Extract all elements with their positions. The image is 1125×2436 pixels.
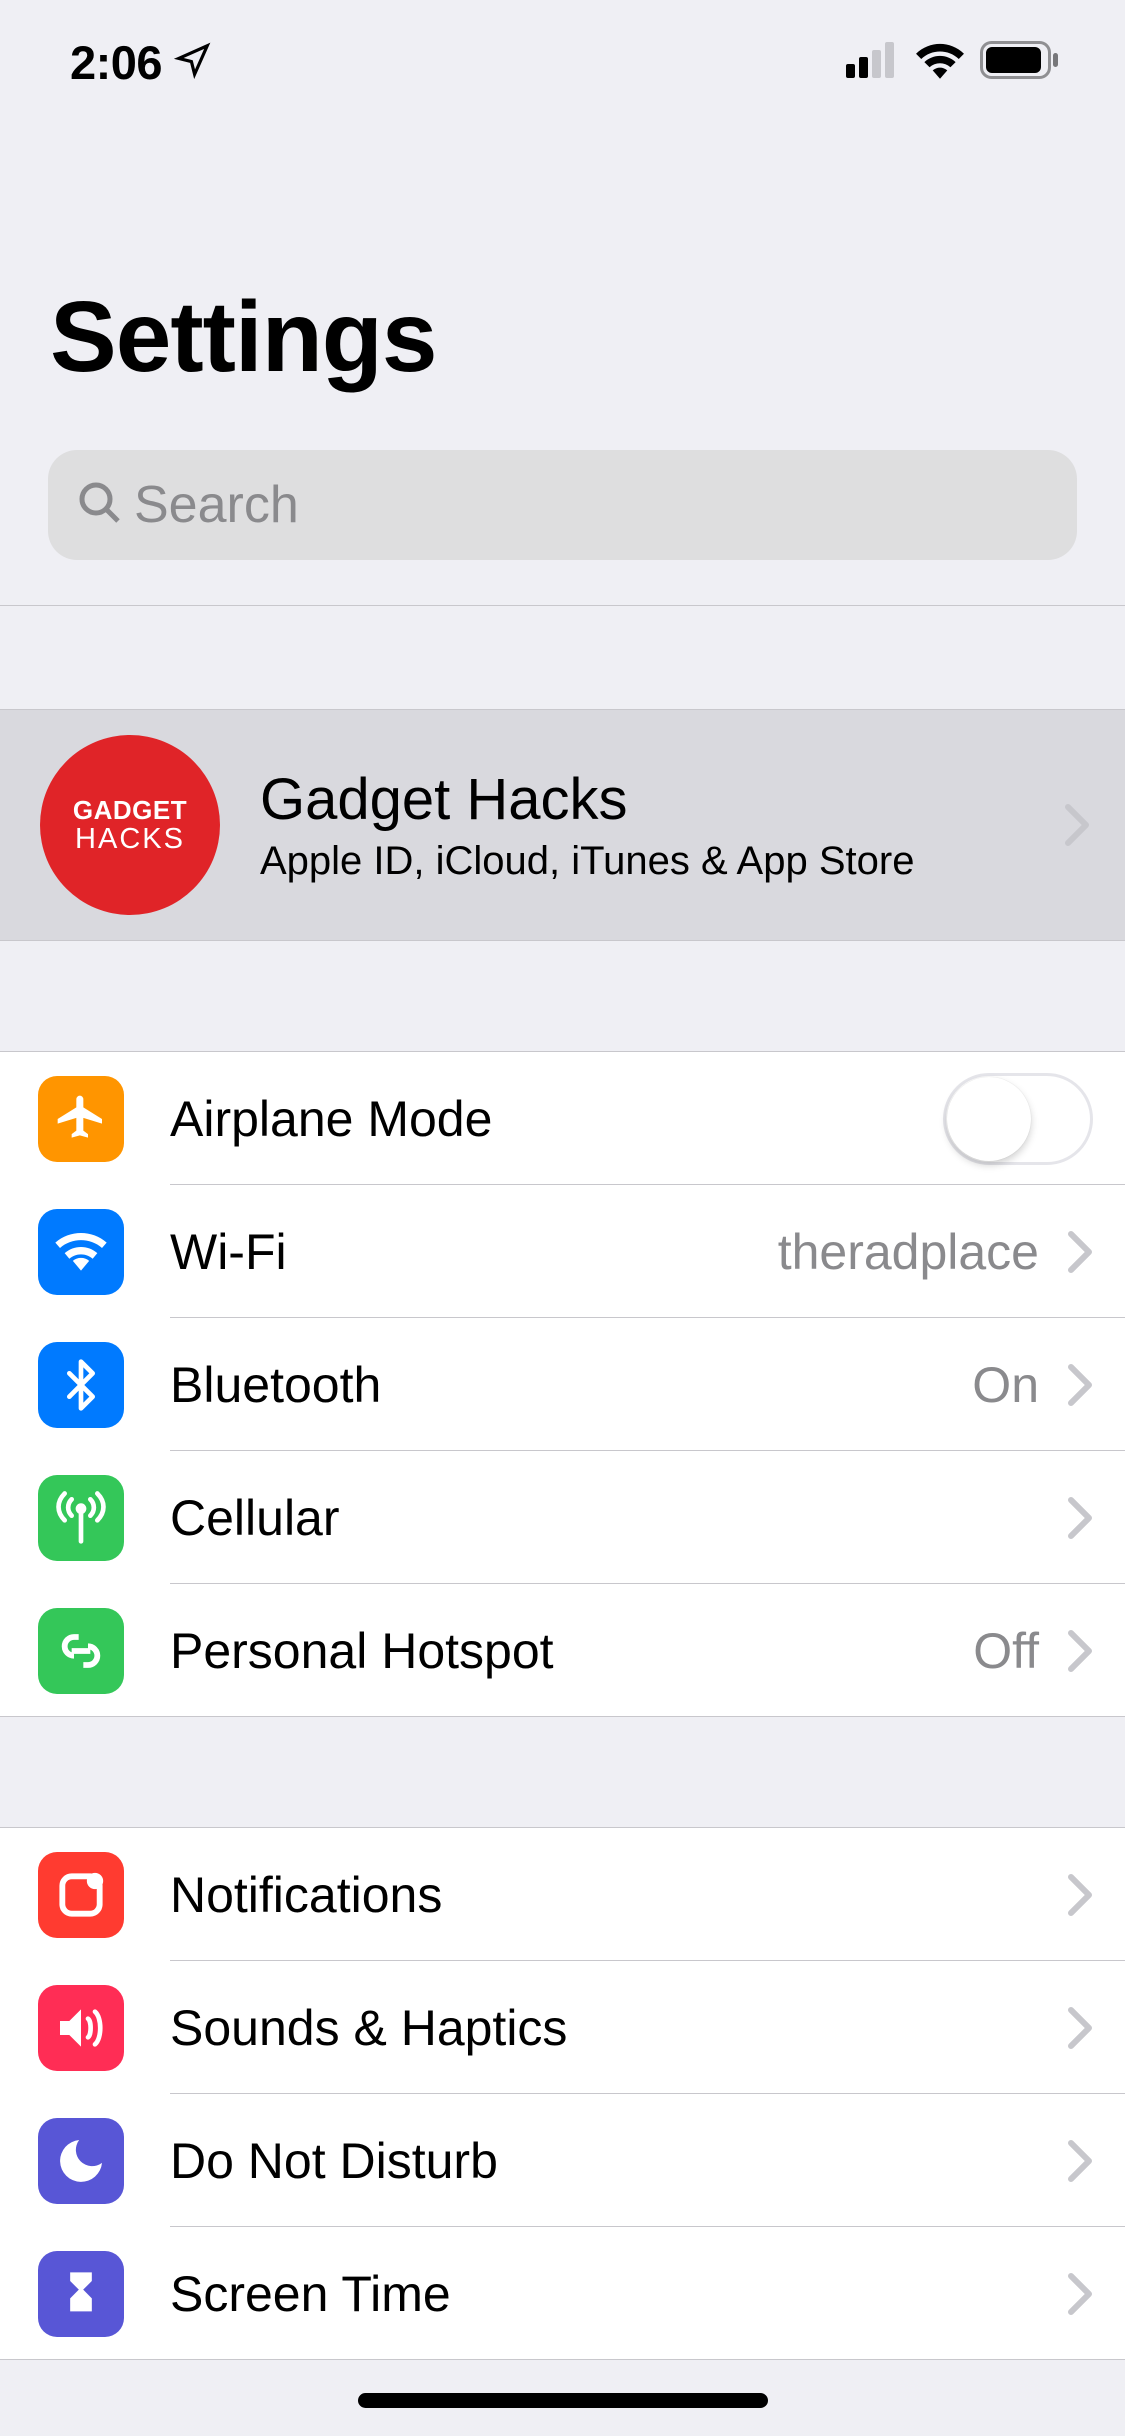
status-time: 2:06 — [70, 35, 162, 90]
row-label: Airplane Mode — [170, 1090, 943, 1148]
row-label: Do Not Disturb — [170, 2132, 1057, 2190]
row-label: Cellular — [170, 1489, 1057, 1547]
row-label: Wi-Fi — [170, 1223, 778, 1281]
row-label: Screen Time — [170, 2265, 1057, 2323]
header-area: Settings — [0, 140, 1125, 420]
notifications-icon — [38, 1852, 124, 1938]
account-text: Gadget Hacks Apple ID, iCloud, iTunes & … — [260, 766, 1054, 884]
row-cellular[interactable]: Cellular — [0, 1451, 1125, 1584]
row-do-not-disturb[interactable]: Do Not Disturb — [0, 2094, 1125, 2227]
moon-icon — [38, 2118, 124, 2204]
account-name: Gadget Hacks — [260, 766, 1054, 833]
location-icon — [174, 41, 212, 84]
hourglass-icon — [38, 2251, 124, 2337]
cell-signal-icon — [846, 42, 900, 83]
settings-group-notifications: Notifications Sounds & Haptics Do Not Di… — [0, 1827, 1125, 2360]
chevron-right-icon — [1067, 2272, 1093, 2316]
account-subtitle: Apple ID, iCloud, iTunes & App Store — [260, 839, 1054, 884]
wifi-icon — [915, 41, 965, 84]
avatar: GADGET HACKS — [40, 735, 220, 915]
airplane-icon — [38, 1076, 124, 1162]
chevron-right-icon — [1067, 1629, 1093, 1673]
row-sounds-haptics[interactable]: Sounds & Haptics — [0, 1961, 1125, 2094]
home-indicator — [358, 2393, 768, 2408]
row-airplane-mode[interactable]: Airplane Mode — [0, 1052, 1125, 1185]
row-personal-hotspot[interactable]: Personal Hotspot Off — [0, 1584, 1125, 1717]
row-label: Bluetooth — [170, 1356, 972, 1414]
row-bluetooth[interactable]: Bluetooth On — [0, 1318, 1125, 1451]
speaker-icon — [38, 1985, 124, 2071]
row-label: Notifications — [170, 1866, 1057, 1924]
wifi-icon — [38, 1209, 124, 1295]
chevron-right-icon — [1064, 803, 1090, 847]
row-wifi[interactable]: Wi-Fi theradplace — [0, 1185, 1125, 1318]
search-wrap — [48, 450, 1077, 560]
settings-group-connections: Airplane Mode Wi-Fi theradplace Bluetoot… — [0, 1051, 1125, 1717]
account-row[interactable]: GADGET HACKS Gadget Hacks Apple ID, iClo… — [0, 709, 1125, 941]
status-left: 2:06 — [70, 35, 212, 90]
chevron-right-icon — [1067, 2139, 1093, 2183]
row-label: Personal Hotspot — [170, 1622, 973, 1680]
chevron-right-icon — [1067, 2006, 1093, 2050]
search-input[interactable] — [134, 475, 1049, 535]
airplane-toggle[interactable] — [943, 1073, 1093, 1165]
page-title: Settings — [50, 280, 1075, 395]
row-value: theradplace — [778, 1223, 1039, 1281]
status-right — [846, 41, 1060, 84]
bluetooth-icon — [38, 1342, 124, 1428]
row-value: On — [972, 1356, 1039, 1414]
chevron-right-icon — [1067, 1873, 1093, 1917]
chevron-right-icon — [1067, 1496, 1093, 1540]
row-screen-time[interactable]: Screen Time — [0, 2227, 1125, 2360]
battery-icon — [980, 41, 1060, 84]
hotspot-icon — [38, 1608, 124, 1694]
chevron-right-icon — [1067, 1363, 1093, 1407]
antenna-icon — [38, 1475, 124, 1561]
status-bar: 2:06 — [0, 0, 1125, 140]
search-icon — [76, 479, 124, 532]
row-notifications[interactable]: Notifications — [0, 1828, 1125, 1961]
search-box[interactable] — [48, 450, 1077, 560]
row-value: Off — [973, 1622, 1039, 1680]
row-label: Sounds & Haptics — [170, 1999, 1057, 2057]
chevron-right-icon — [1067, 1230, 1093, 1274]
